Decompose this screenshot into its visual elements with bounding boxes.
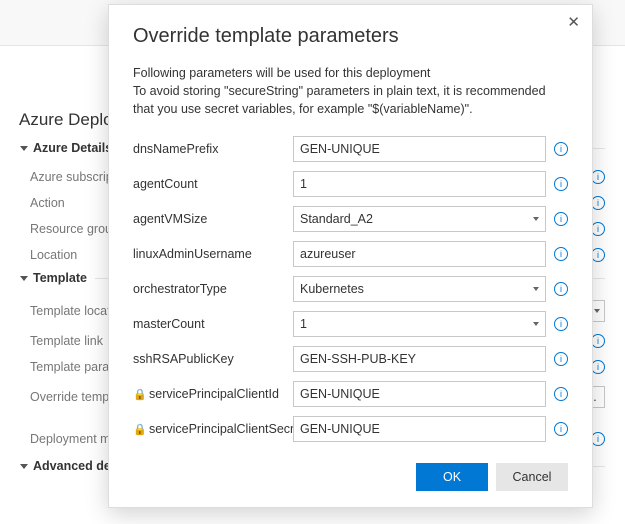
info-icon[interactable]: i xyxy=(554,387,568,401)
info-icon[interactable]: i xyxy=(591,334,605,348)
info-icon[interactable]: i xyxy=(591,222,605,236)
param-label: masterCount xyxy=(133,317,293,331)
info-icon[interactable]: i xyxy=(591,170,605,184)
cancel-button[interactable]: Cancel xyxy=(496,463,568,491)
param-row-orchestratorType: orchestratorTypeKubernetes i xyxy=(133,276,568,302)
param-input[interactable]: GEN-UNIQUE xyxy=(293,416,546,442)
param-label: orchestratorType xyxy=(133,282,293,296)
param-label: 🔒servicePrincipalClientId xyxy=(133,387,293,401)
chevron-down-icon xyxy=(594,309,600,313)
override-template-parameters-dialog: ✕ Override template parameters Following… xyxy=(108,4,593,508)
lock-icon: 🔒 xyxy=(133,388,145,401)
param-input-wrap: GEN-UNIQUE i xyxy=(293,416,568,442)
param-row-dnsNamePrefix: dnsNamePrefixGEN-UNIQUE i xyxy=(133,136,568,162)
info-icon[interactable]: i xyxy=(554,247,568,261)
caret-down-icon xyxy=(20,146,28,151)
group-header-template[interactable]: Template xyxy=(20,271,95,285)
dialog-footer: OK Cancel xyxy=(133,451,568,491)
param-row-servicePrincipalClientSecret: 🔒servicePrincipalClientSecretGEN-UNIQUE i xyxy=(133,416,568,442)
param-label: linuxAdminUsername xyxy=(133,247,293,261)
param-label: 🔒servicePrincipalClientSecret xyxy=(133,422,293,436)
info-icon[interactable]: i xyxy=(554,212,568,226)
param-row-sshRSAPublicKey: sshRSAPublicKeyGEN-SSH-PUB-KEY i xyxy=(133,346,568,372)
param-input-wrap: Kubernetes i xyxy=(293,276,568,302)
param-select[interactable]: 1 xyxy=(293,311,546,337)
param-label: dnsNamePrefix xyxy=(133,142,293,156)
param-label: agentCount xyxy=(133,177,293,191)
dialog-title: Override template parameters xyxy=(133,25,568,48)
param-input-wrap: 1i xyxy=(293,171,568,197)
chevron-down-icon xyxy=(533,217,539,221)
param-row-agentVMSize: agentVMSizeStandard_A2 i xyxy=(133,206,568,232)
param-row-linuxAdminUsername: linuxAdminUsernameazureuser i xyxy=(133,241,568,267)
info-icon[interactable]: i xyxy=(591,360,605,374)
param-input[interactable]: azureuser xyxy=(293,241,546,267)
param-input-wrap: GEN-UNIQUE i xyxy=(293,136,568,162)
param-input-wrap: 1i xyxy=(293,311,568,337)
param-input[interactable]: GEN-SSH-PUB-KEY xyxy=(293,346,546,372)
param-input-wrap: Standard_A2 i xyxy=(293,206,568,232)
param-input-wrap: GEN-UNIQUE i xyxy=(293,381,568,407)
lock-icon: 🔒 xyxy=(133,423,145,436)
parameter-list: dnsNamePrefixGEN-UNIQUEiagentCount1iagen… xyxy=(133,136,568,451)
param-select[interactable]: Standard_A2 xyxy=(293,206,546,232)
param-input[interactable]: 1 xyxy=(293,171,546,197)
info-icon[interactable]: i xyxy=(554,422,568,436)
param-input[interactable]: GEN-UNIQUE xyxy=(293,381,546,407)
info-icon[interactable]: i xyxy=(554,142,568,156)
info-icon[interactable]: i xyxy=(591,196,605,210)
group-header-azure-details[interactable]: Azure Details xyxy=(20,141,120,155)
info-icon[interactable]: i xyxy=(554,317,568,331)
info-icon[interactable]: i xyxy=(554,352,568,366)
info-icon[interactable]: i xyxy=(554,282,568,296)
param-row-masterCount: masterCount1i xyxy=(133,311,568,337)
param-input[interactable]: GEN-UNIQUE xyxy=(293,136,546,162)
param-row-agentCount: agentCount1i xyxy=(133,171,568,197)
param-input-wrap: azureuser i xyxy=(293,241,568,267)
chevron-down-icon xyxy=(533,322,539,326)
param-input-wrap: GEN-SSH-PUB-KEY i xyxy=(293,346,568,372)
caret-down-icon xyxy=(20,464,28,469)
param-label: agentVMSize xyxy=(133,212,293,226)
param-row-servicePrincipalClientId: 🔒servicePrincipalClientIdGEN-UNIQUE i xyxy=(133,381,568,407)
chevron-down-icon xyxy=(533,287,539,291)
caret-down-icon xyxy=(20,276,28,281)
param-label: sshRSAPublicKey xyxy=(133,352,293,366)
close-icon[interactable]: ✕ xyxy=(567,13,580,31)
info-icon[interactable]: i xyxy=(554,177,568,191)
info-icon[interactable]: i xyxy=(591,432,605,446)
info-icon[interactable]: i xyxy=(591,248,605,262)
ok-button[interactable]: OK xyxy=(416,463,488,491)
param-select[interactable]: Kubernetes xyxy=(293,276,546,302)
dialog-description: Following parameters will be used for th… xyxy=(133,64,568,118)
